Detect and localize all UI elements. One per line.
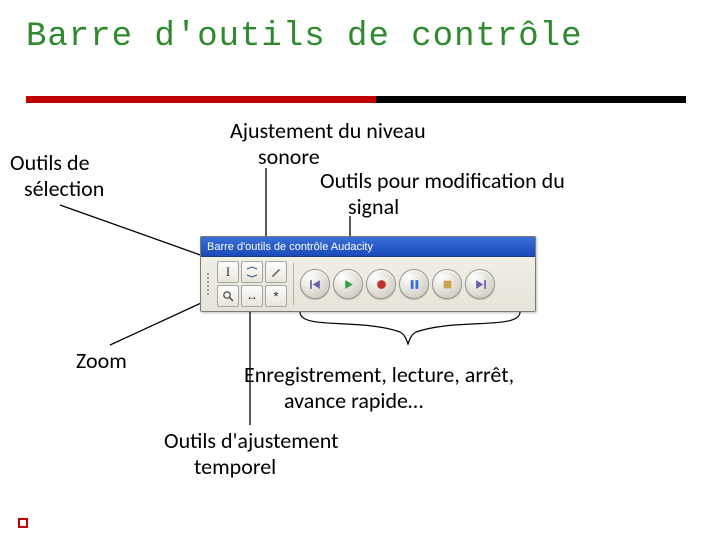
- toolbar-body: I ↔ *: [201, 257, 535, 311]
- skip-end-icon: [474, 278, 487, 291]
- text: temporel: [164, 453, 276, 480]
- text: Outils d'ajustement: [164, 427, 338, 454]
- selection-tool[interactable]: I: [217, 261, 239, 283]
- audacity-control-toolbar: Barre d'outils de contrôle Audacity I ↔ …: [200, 236, 536, 312]
- text: avance rapide…: [244, 387, 423, 414]
- play-icon: [342, 278, 355, 291]
- draw-tool[interactable]: [265, 261, 287, 283]
- pause-button[interactable]: [399, 269, 429, 299]
- label-ajustement-temporel: Outils d'ajustement temporel: [164, 428, 384, 481]
- slide-bullet-icon: [18, 518, 28, 528]
- text: Ajustement du niveau: [230, 117, 426, 144]
- record-button[interactable]: [366, 269, 396, 299]
- pause-icon: [408, 278, 421, 291]
- skip-start-button[interactable]: [300, 269, 330, 299]
- zoom-icon: [222, 290, 234, 302]
- separator: [293, 263, 294, 305]
- text: sonore: [230, 143, 320, 170]
- timeshift-tool[interactable]: ↔: [241, 285, 263, 307]
- text: Outils pour modification du: [320, 167, 565, 194]
- label-outils-selection: Outils de sélection: [10, 150, 150, 203]
- transport-controls: [300, 269, 495, 299]
- label-modification-signal: Outils pour modification du signal: [320, 168, 600, 221]
- envelope-icon: [246, 266, 258, 278]
- stop-button[interactable]: [432, 269, 462, 299]
- skip-start-icon: [309, 278, 322, 291]
- label-enregistrement: Enregistrement, lecture, arrêt, avance r…: [244, 362, 564, 415]
- envelope-tool[interactable]: [241, 261, 263, 283]
- ibeam-icon: I: [226, 264, 230, 280]
- page-title: Barre d'outils de contrôle: [0, 0, 720, 66]
- text: Enregistrement, lecture, arrêt,: [244, 361, 514, 388]
- toolbar-titlebar[interactable]: Barre d'outils de contrôle Audacity: [201, 237, 535, 257]
- timeshift-icon: ↔: [246, 289, 258, 303]
- record-icon: [375, 278, 388, 291]
- label-ajustement-niveau: Ajustement du niveau sonore: [230, 118, 460, 171]
- zoom-tool[interactable]: [217, 285, 239, 307]
- play-button[interactable]: [333, 269, 363, 299]
- skip-end-button[interactable]: [465, 269, 495, 299]
- label-zoom: Zoom: [76, 348, 127, 374]
- multi-icon: *: [273, 288, 278, 304]
- pencil-icon: [270, 266, 282, 278]
- toolbar-title: Barre d'outils de contrôle Audacity: [207, 241, 373, 253]
- stop-icon: [441, 278, 454, 291]
- tool-grid: I ↔ *: [217, 261, 287, 307]
- title-divider: [26, 96, 686, 103]
- toolbar-grip[interactable]: [205, 261, 211, 307]
- multi-tool[interactable]: *: [265, 285, 287, 307]
- text: sélection: [10, 175, 104, 202]
- text: Outils de: [10, 149, 90, 176]
- text: signal: [320, 193, 399, 220]
